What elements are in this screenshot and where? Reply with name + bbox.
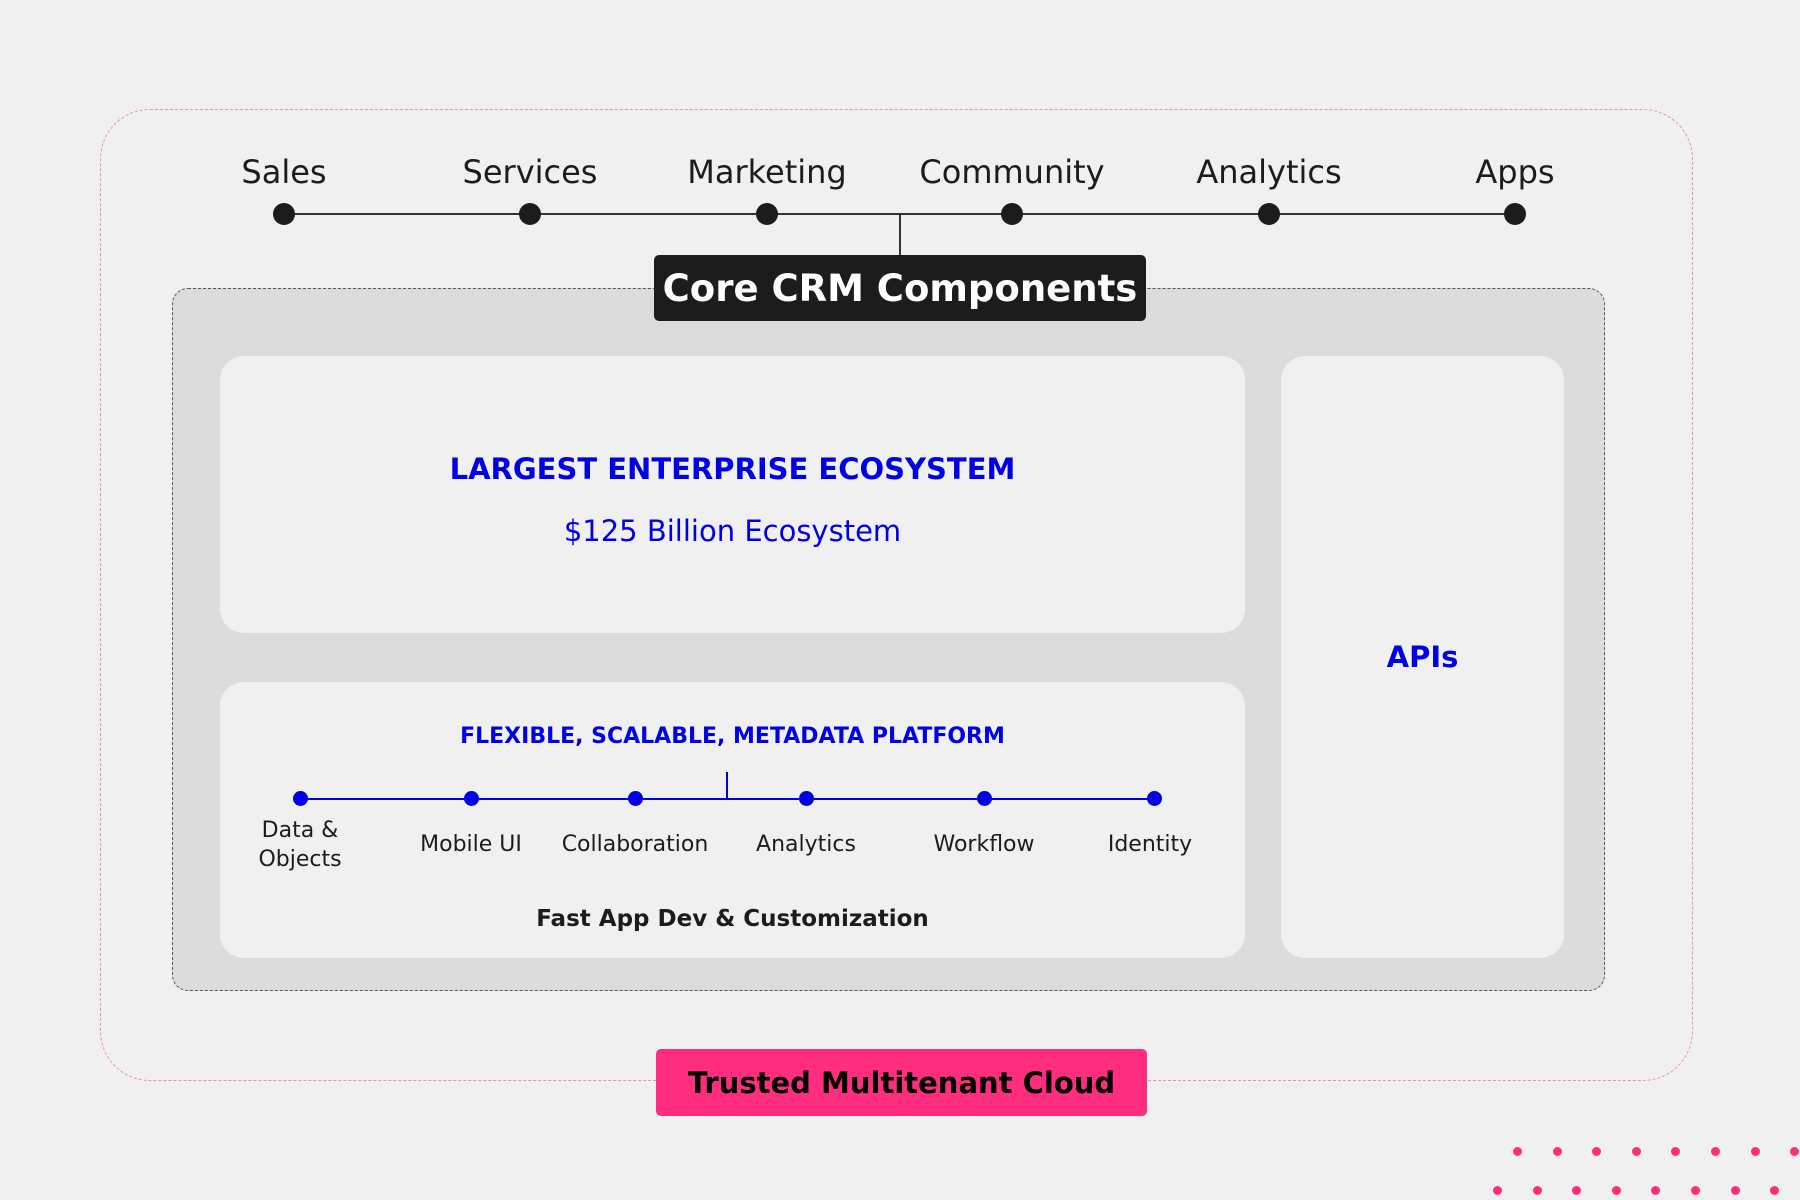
category-dot — [1504, 203, 1526, 225]
ecosystem-title: LARGEST ENTERPRISE ECOSYSTEM — [449, 452, 1016, 486]
category-label: Community — [919, 153, 1105, 191]
decorative-dot — [1592, 1147, 1602, 1156]
platform-item-label: Analytics — [756, 832, 856, 857]
category-dot — [519, 203, 541, 225]
platform-footer: Fast App Dev & Customization — [536, 906, 929, 932]
platform-connector-tick — [726, 772, 728, 799]
decorative-dot — [1532, 1186, 1542, 1195]
decorative-dot — [1651, 1186, 1661, 1195]
platform-item-label: Collaboration — [561, 832, 709, 857]
decorative-dot — [1611, 1186, 1621, 1195]
decorative-dot — [1770, 1186, 1780, 1195]
platform-dot — [1147, 791, 1162, 806]
platform-item-label: Workflow — [933, 832, 1035, 857]
decorative-dot — [1552, 1147, 1562, 1156]
platform-panel: FLEXIBLE, SCALABLE, METADATA PLATFORM Da… — [220, 682, 1245, 958]
platform-dot — [799, 791, 814, 806]
category-dot — [273, 203, 295, 225]
platform-item-label: Mobile UI — [420, 832, 522, 857]
category-connector-line — [899, 214, 901, 256]
platform-dot — [977, 791, 992, 806]
apis-label: APIs — [1386, 640, 1459, 674]
platform-item-label: Data & Objects — [258, 818, 342, 872]
decorative-dot — [1631, 1147, 1641, 1156]
apis-panel: APIs — [1281, 356, 1564, 958]
decorative-dot — [1493, 1186, 1502, 1195]
category-dot — [756, 203, 778, 225]
category-label: Sales — [241, 153, 327, 191]
platform-dot — [628, 791, 643, 806]
platform-title: FLEXIBLE, SCALABLE, METADATA PLATFORM — [460, 724, 1005, 749]
category-label: Services — [462, 153, 598, 191]
platform-dot — [293, 791, 308, 806]
category-label: Analytics — [1196, 153, 1342, 191]
category-label: Apps — [1475, 153, 1555, 191]
decorative-dot — [1730, 1186, 1740, 1195]
category-dot — [1001, 203, 1023, 225]
category-dot — [1258, 203, 1280, 225]
platform-dot — [464, 791, 479, 806]
decorative-dot — [1691, 1186, 1700, 1195]
ecosystem-panel: LARGEST ENTERPRISE ECOSYSTEM $125 Billio… — [220, 356, 1245, 633]
decorative-dot — [1790, 1147, 1800, 1156]
decorative-dot — [1513, 1147, 1522, 1156]
decorative-dot — [1750, 1147, 1760, 1156]
platform-item-label: Identity — [1107, 832, 1193, 857]
decorative-dot — [1572, 1186, 1582, 1195]
category-label: Marketing — [687, 153, 847, 191]
trusted-cloud-label: Trusted Multitenant Cloud — [656, 1049, 1147, 1116]
ecosystem-subtitle: $125 Billion Ecosystem — [563, 514, 902, 548]
core-crm-label: Core CRM Components — [654, 255, 1146, 321]
decorative-dot — [1671, 1147, 1681, 1156]
decorative-dot — [1711, 1147, 1720, 1156]
